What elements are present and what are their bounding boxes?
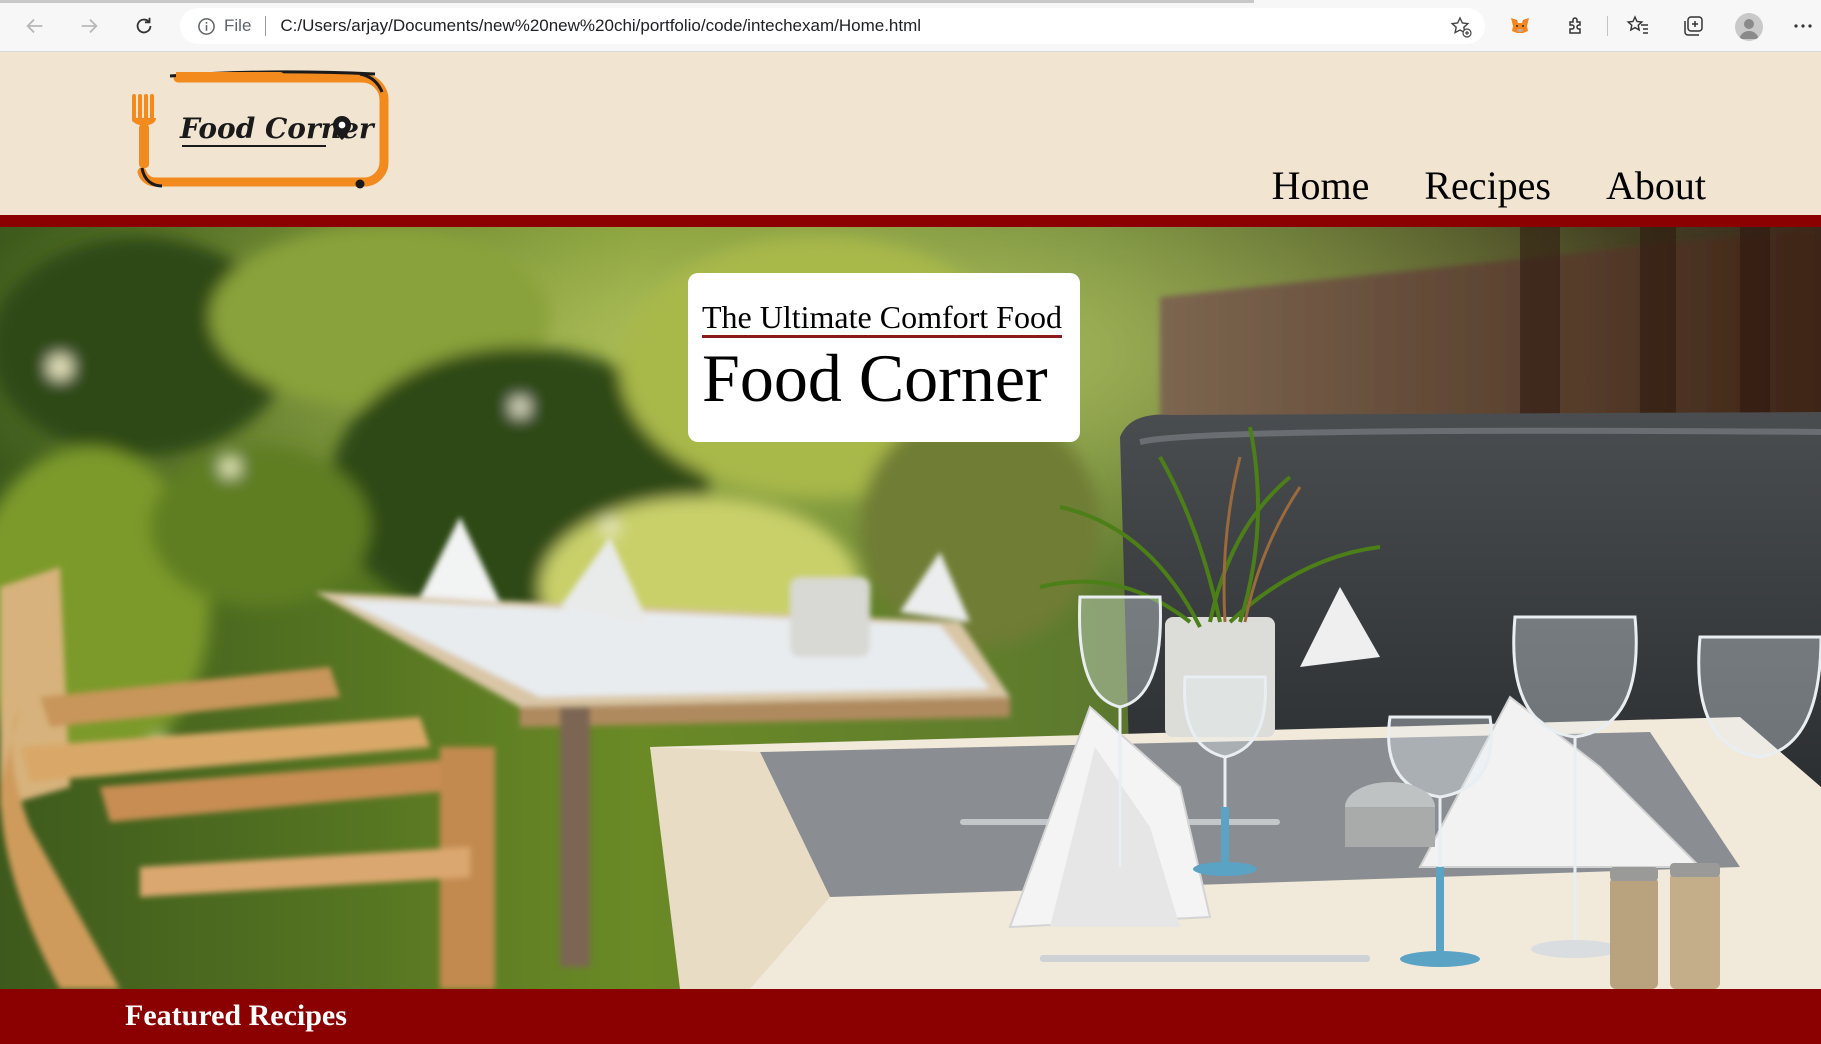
hero-brand-title: Food Corner <box>702 340 1048 416</box>
more-button[interactable] <box>1789 12 1817 40</box>
extensions-button[interactable] <box>1562 12 1590 40</box>
featured-recipes-heading: Featured Recipes <box>125 999 347 1032</box>
forward-button[interactable] <box>73 10 105 42</box>
header-divider <box>0 215 1821 227</box>
nav-recipes-link[interactable]: Recipes <box>1424 166 1551 206</box>
browser-toolbar: File C:/Users/arjay/Documents/new%20new%… <box>0 0 1821 52</box>
url-text[interactable]: C:/Users/arjay/Documents/new%20new%20chi… <box>280 16 921 36</box>
collections-button[interactable] <box>1679 12 1707 40</box>
food-corner-logo[interactable]: Food Corner <box>130 66 390 191</box>
hero-tagline: The Ultimate Comfort Food <box>702 299 1062 338</box>
file-scheme-label: File <box>224 16 252 35</box>
hero-title-card: The Ultimate Comfort Food Food Corner <box>688 273 1080 442</box>
metamask-fox-icon <box>1511 18 1529 33</box>
toolbar-separator <box>1607 16 1608 36</box>
profile-button[interactable] <box>1735 13 1763 41</box>
forward-icon <box>81 18 98 34</box>
nav-about-link[interactable]: About <box>1606 166 1706 206</box>
featured-recipes-section: Featured Recipes <box>0 989 1821 1044</box>
hero-section: The Ultimate Comfort Food Food Corner <box>0 227 1821 989</box>
back-icon <box>26 18 43 34</box>
metamask-extension-button[interactable] <box>1506 12 1534 40</box>
collections-icon <box>1684 16 1703 36</box>
site-header: Food Corner Home Recipes About <box>0 52 1821 215</box>
favorites-button[interactable] <box>1624 12 1652 40</box>
refresh-button[interactable] <box>128 10 160 42</box>
refresh-icon <box>136 17 152 34</box>
profile-icon <box>1739 19 1759 39</box>
nav-home-link[interactable]: Home <box>1272 166 1370 206</box>
tab-strip-edge <box>0 0 1254 3</box>
add-favorite-icon[interactable] <box>1449 15 1473 39</box>
info-icon[interactable] <box>196 16 216 36</box>
address-bar[interactable]: File C:/Users/arjay/Documents/new%20new%… <box>180 8 1485 44</box>
extensions-icon <box>1569 17 1581 34</box>
favorites-icon <box>1626 15 1648 34</box>
address-separator <box>265 16 267 36</box>
more-icon <box>1794 24 1812 28</box>
back-button[interactable] <box>19 10 51 42</box>
main-nav: Home Recipes About <box>1272 166 1706 206</box>
